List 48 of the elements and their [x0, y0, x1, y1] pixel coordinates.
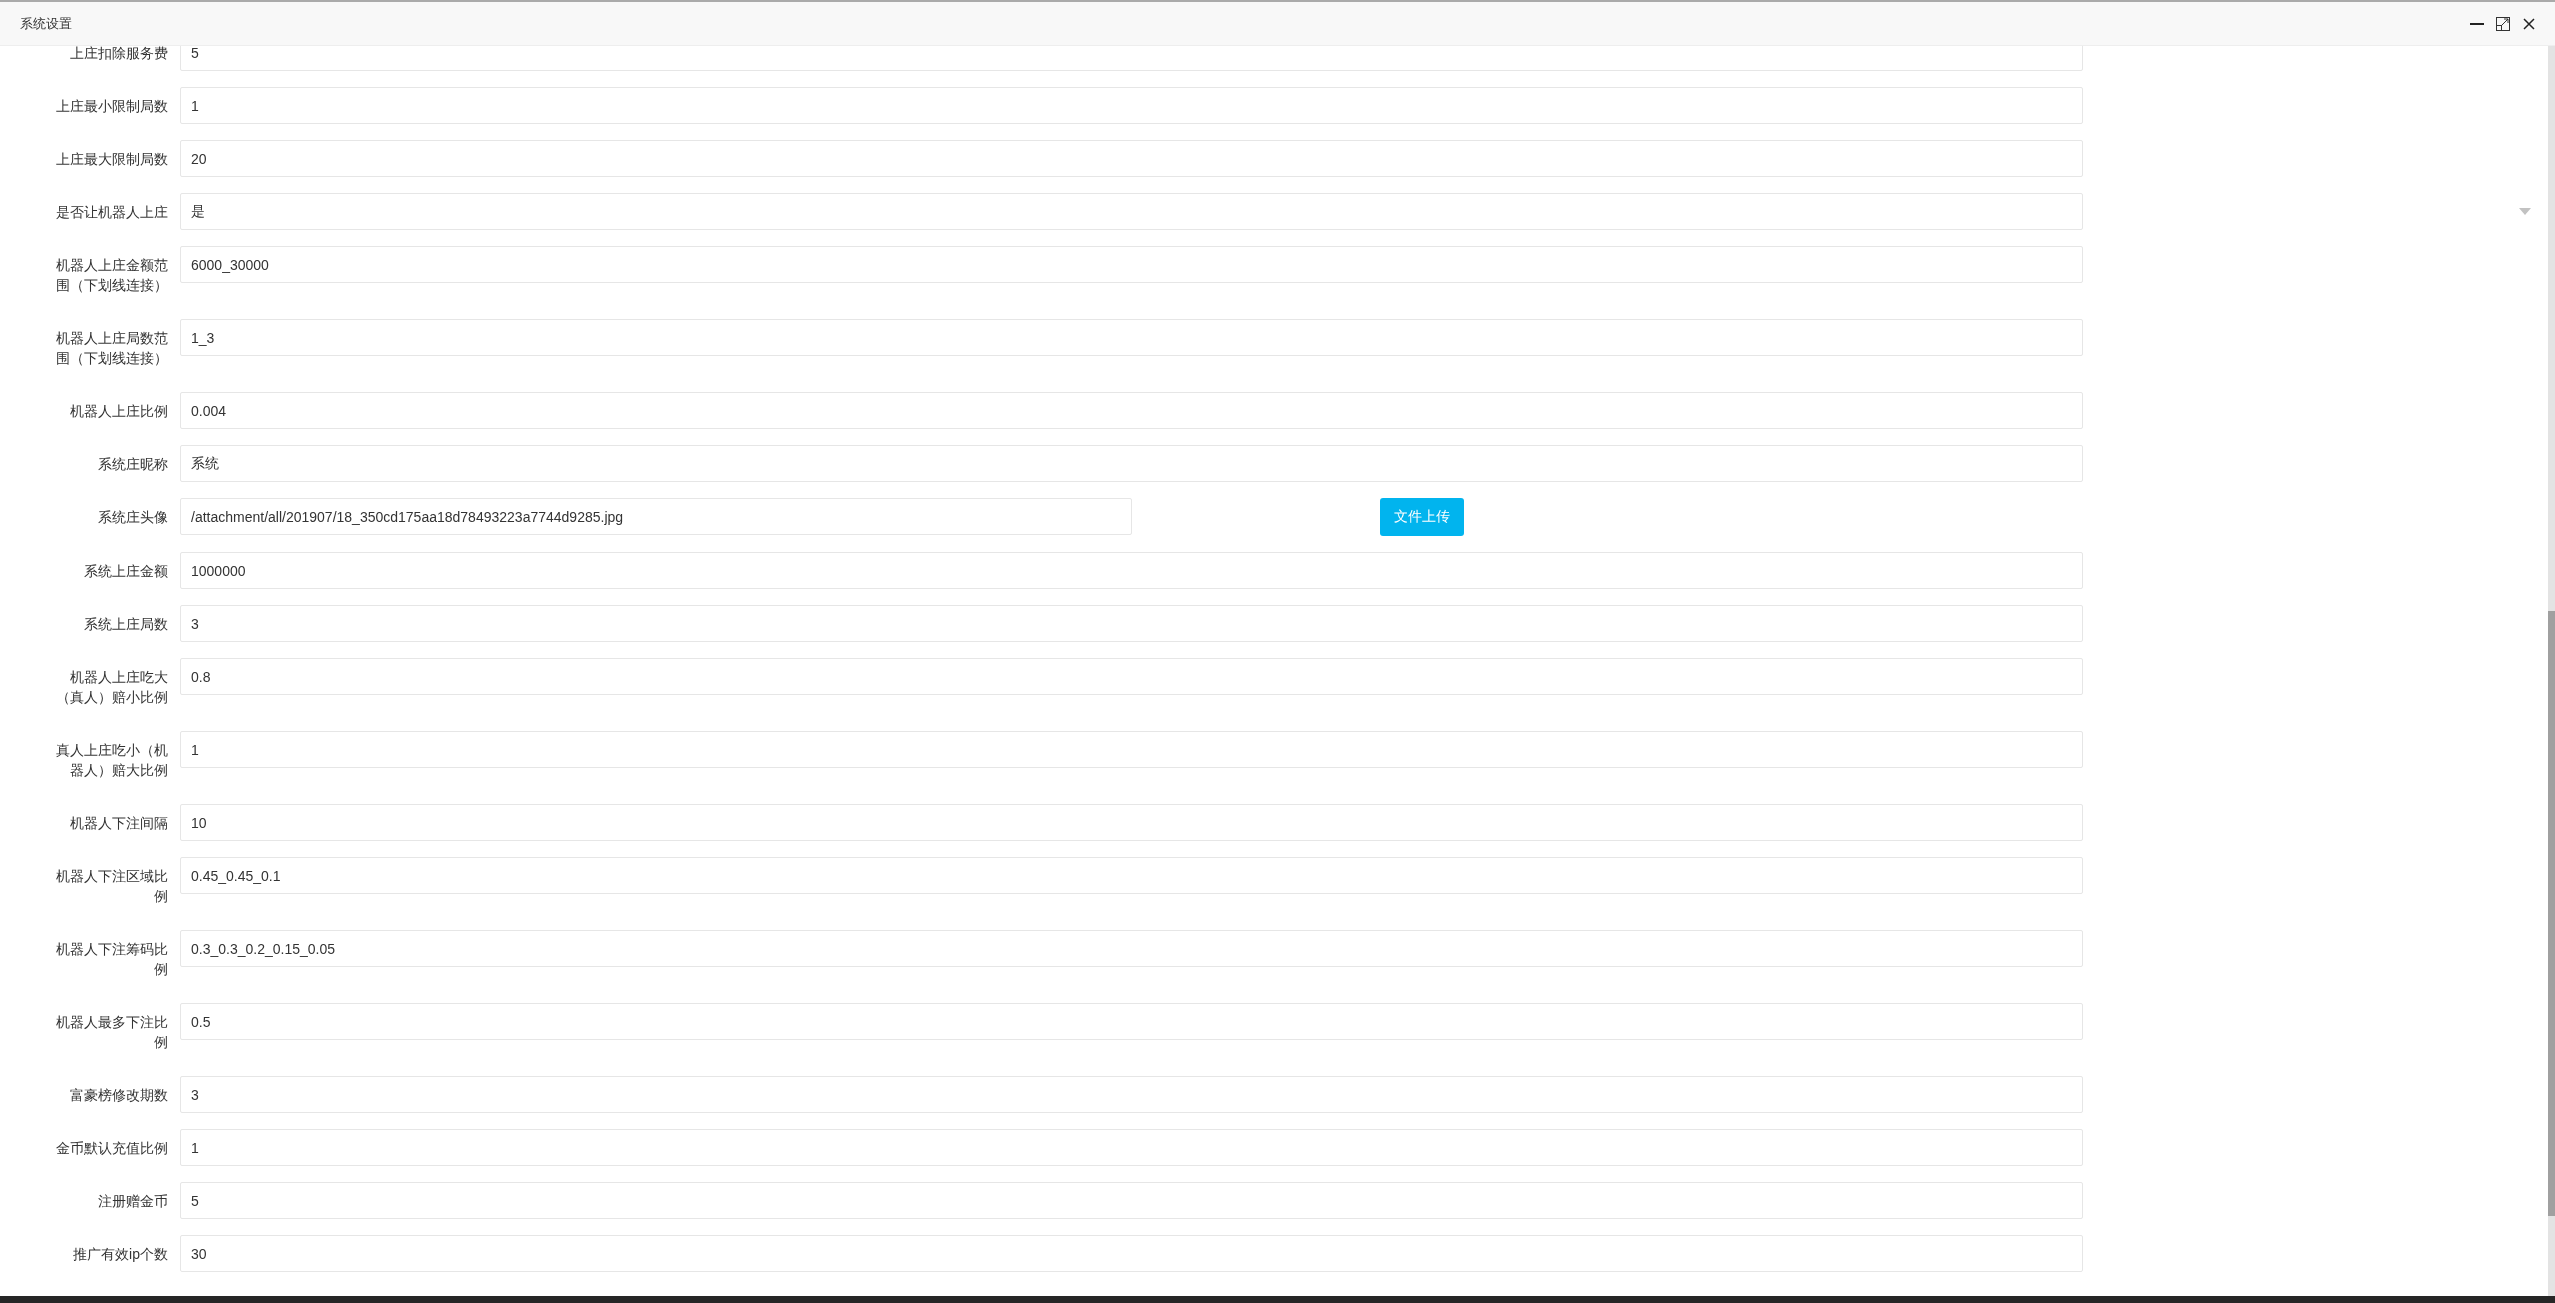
- minimize-icon: [2470, 22, 2484, 25]
- text-field[interactable]: 0.004: [180, 392, 2083, 429]
- text-field[interactable]: 30: [180, 1235, 2083, 1272]
- field-label: 金币默认充值比例: [55, 1139, 168, 1158]
- caret-icon: [2519, 208, 2531, 215]
- field-label: 推广有效ip个数: [72, 1245, 168, 1264]
- text-field[interactable]: 6000_30000: [180, 246, 2083, 283]
- text-field[interactable]: 0.5: [180, 1003, 2083, 1040]
- text-field[interactable]: 5: [180, 46, 2083, 71]
- field-label: 机器人最多下注比例: [55, 1013, 168, 1052]
- field-label: 系统上庄局数: [83, 615, 168, 634]
- select-field[interactable]: 是: [180, 193, 2083, 230]
- field-label: 系统上庄金额: [83, 562, 168, 581]
- field-label: 上庄最大限制局数: [55, 150, 168, 169]
- text-field[interactable]: 0.3_0.3_0.2_0.15_0.05: [180, 930, 2083, 967]
- window-title: 系统设置: [20, 14, 73, 33]
- field-label: 富豪榜修改期数: [69, 1086, 168, 1105]
- scrollbar-thumb[interactable]: [2548, 611, 2555, 1216]
- field-label: 机器人下注间隔: [69, 814, 168, 833]
- field-label: 系统庄昵称: [97, 455, 168, 474]
- text-field[interactable]: 系统: [180, 445, 2083, 482]
- field-label: 上庄扣除服务费: [69, 46, 168, 63]
- text-field[interactable]: 0.45_0.45_0.1: [180, 857, 2083, 894]
- text-field[interactable]: 0.8: [180, 658, 2083, 695]
- field-label: 机器人上庄局数范围（下划线连接）: [55, 329, 168, 368]
- field-label: 注册赠金币: [97, 1192, 168, 1211]
- close-icon: [2522, 16, 2536, 31]
- text-field[interactable]: 1: [180, 1129, 2083, 1166]
- field-label: 机器人上庄吃大（真人）赔小比例: [55, 668, 168, 707]
- field-label: 机器人下注区域比例: [55, 867, 168, 906]
- text-field[interactable]: 1000000: [180, 552, 2083, 589]
- field-label: 真人上庄吃小（机器人）赔大比例: [55, 741, 168, 780]
- text-field[interactable]: 1_3: [180, 319, 2083, 356]
- text-field[interactable]: 5: [180, 1182, 2083, 1219]
- maximize-icon: [2496, 16, 2510, 31]
- field-label: 机器人上庄比例: [69, 402, 168, 421]
- text-field[interactable]: 20: [180, 140, 2083, 177]
- field-label: 系统庄头像: [97, 508, 168, 527]
- text-field[interactable]: 10: [180, 804, 2083, 841]
- text-field[interactable]: 3: [180, 605, 2083, 642]
- text-field[interactable]: 1: [180, 731, 2083, 768]
- field-label: 上庄最小限制局数: [55, 97, 168, 116]
- text-field[interactable]: /attachment/all/201907/18_350cd175aa18d78493223a7744d9285.jpg: [180, 498, 1132, 535]
- field-label: 是否让机器人上庄: [55, 203, 168, 222]
- field-label: 机器人下注筹码比例: [55, 940, 168, 979]
- text-field[interactable]: 3: [180, 1076, 2083, 1113]
- field-label: 机器人上庄金额范围（下划线连接）: [55, 256, 168, 295]
- text-field[interactable]: 1: [180, 87, 2083, 124]
